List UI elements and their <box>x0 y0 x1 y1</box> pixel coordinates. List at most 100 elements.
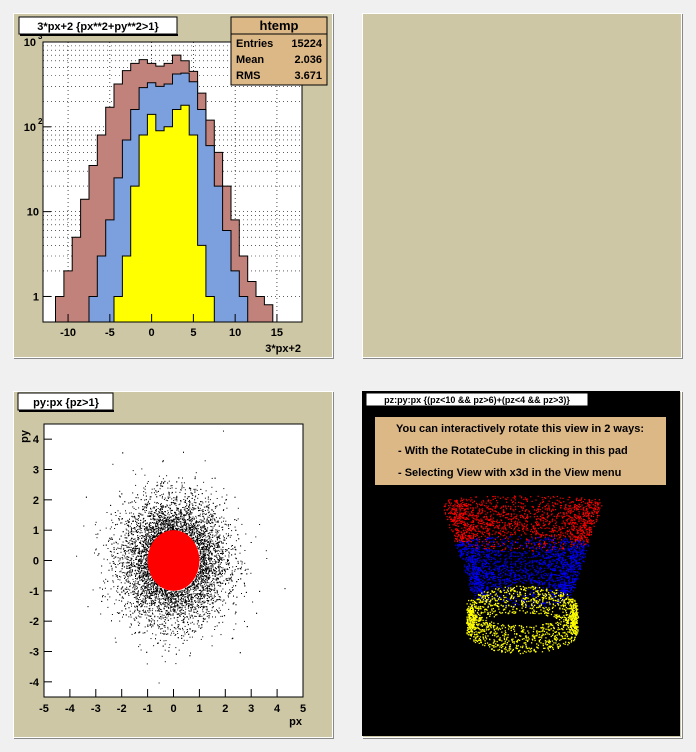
scatter-point <box>134 592 136 594</box>
scatter-point <box>163 506 165 508</box>
scatter-point <box>216 592 218 594</box>
scatter-point <box>129 570 131 572</box>
scatter-point <box>144 562 146 563</box>
scatter-point <box>136 519 138 521</box>
scatter-point <box>217 549 219 551</box>
scatter-point <box>158 475 160 477</box>
scatter-point <box>124 537 126 539</box>
scatter-point <box>121 610 123 612</box>
scatter-point <box>125 603 126 605</box>
scatter-point <box>193 501 195 503</box>
scatter-point <box>134 549 136 551</box>
scatter-point <box>209 559 211 561</box>
scatter-point <box>214 592 216 594</box>
scatter-point <box>143 576 144 578</box>
scatter-point <box>128 571 130 573</box>
scatter-point <box>108 540 109 542</box>
scatter-point <box>203 600 205 602</box>
scatter-point <box>235 540 237 542</box>
scatter-point <box>199 600 201 602</box>
scatter-point <box>113 557 115 559</box>
scatter-point <box>214 550 216 552</box>
scatter-point <box>215 517 217 519</box>
scatter-point <box>142 604 143 606</box>
scatter-point <box>205 588 207 589</box>
scatter-point <box>204 559 206 561</box>
scatter-point <box>174 521 176 523</box>
scatter-point <box>126 572 128 573</box>
scatter-point <box>131 561 132 563</box>
scatter-point <box>126 550 128 552</box>
scatter-point <box>202 609 204 611</box>
scatter-point <box>174 526 176 528</box>
scatter-point <box>141 573 143 575</box>
scatter-point <box>189 512 191 514</box>
scatter-point <box>201 615 203 617</box>
scatter-point <box>221 542 223 544</box>
scatter-point <box>141 545 143 547</box>
scatter-point <box>140 519 142 521</box>
scatter-point <box>178 599 180 601</box>
scatter-point <box>226 524 228 526</box>
scatter-point <box>234 546 236 548</box>
scatter-point <box>159 603 161 605</box>
scatter-point <box>213 581 215 583</box>
scatter-point <box>176 521 178 523</box>
scatter-point <box>184 613 186 615</box>
scatter-point <box>234 526 236 528</box>
scatter-point <box>214 477 216 479</box>
scatter-point <box>104 596 106 598</box>
scatter-point <box>128 526 130 528</box>
scatter-point <box>136 523 137 525</box>
scatter-point <box>127 533 129 535</box>
scatter-point <box>213 594 215 596</box>
scatter-point <box>138 555 140 557</box>
scatter-point <box>211 546 213 547</box>
scatter-point <box>218 525 220 527</box>
scatter-point <box>201 544 203 546</box>
scatter-point <box>158 610 160 612</box>
scatter-point <box>180 516 181 518</box>
scatter-point <box>199 535 201 537</box>
scatter-point <box>155 506 157 508</box>
scatter-point <box>199 614 201 616</box>
scatter-point <box>144 503 146 505</box>
scatter-point <box>164 619 166 621</box>
scatter-point <box>211 515 213 517</box>
scatter-point <box>189 504 191 506</box>
scatter-point <box>154 583 156 585</box>
scatter-point <box>210 493 212 495</box>
scatter-point <box>137 494 139 496</box>
scatter-point <box>182 477 183 479</box>
scatter-point <box>174 605 176 607</box>
scatter-point <box>151 602 153 604</box>
scatter-point <box>198 598 200 600</box>
scatter-point <box>136 545 137 547</box>
scatter-point <box>182 605 184 607</box>
scatter-point <box>200 627 202 629</box>
scatter-point <box>198 626 200 628</box>
scatter-point <box>197 576 199 578</box>
scatter-point <box>223 599 225 601</box>
scatter-point <box>186 504 188 506</box>
scatter-point <box>163 528 165 530</box>
scatter-point <box>140 595 142 597</box>
scatter-point <box>211 583 213 585</box>
scatter-point <box>142 559 144 561</box>
scatter-point <box>207 535 209 537</box>
scatter-point <box>157 625 159 627</box>
scatter-point <box>167 528 169 530</box>
scatter-point <box>202 617 204 619</box>
scatter-point <box>150 587 152 589</box>
scatter-point <box>148 573 150 575</box>
scatter-point <box>160 531 162 533</box>
scatter-point <box>153 514 154 516</box>
scatter-point <box>134 606 136 608</box>
scatter-point <box>119 559 121 561</box>
scatter-point <box>188 524 189 526</box>
scatter-point <box>127 546 129 548</box>
scatter-point <box>124 576 126 578</box>
scatter-point <box>227 595 229 597</box>
scatter-point <box>131 532 133 534</box>
scatter-point <box>244 550 246 551</box>
